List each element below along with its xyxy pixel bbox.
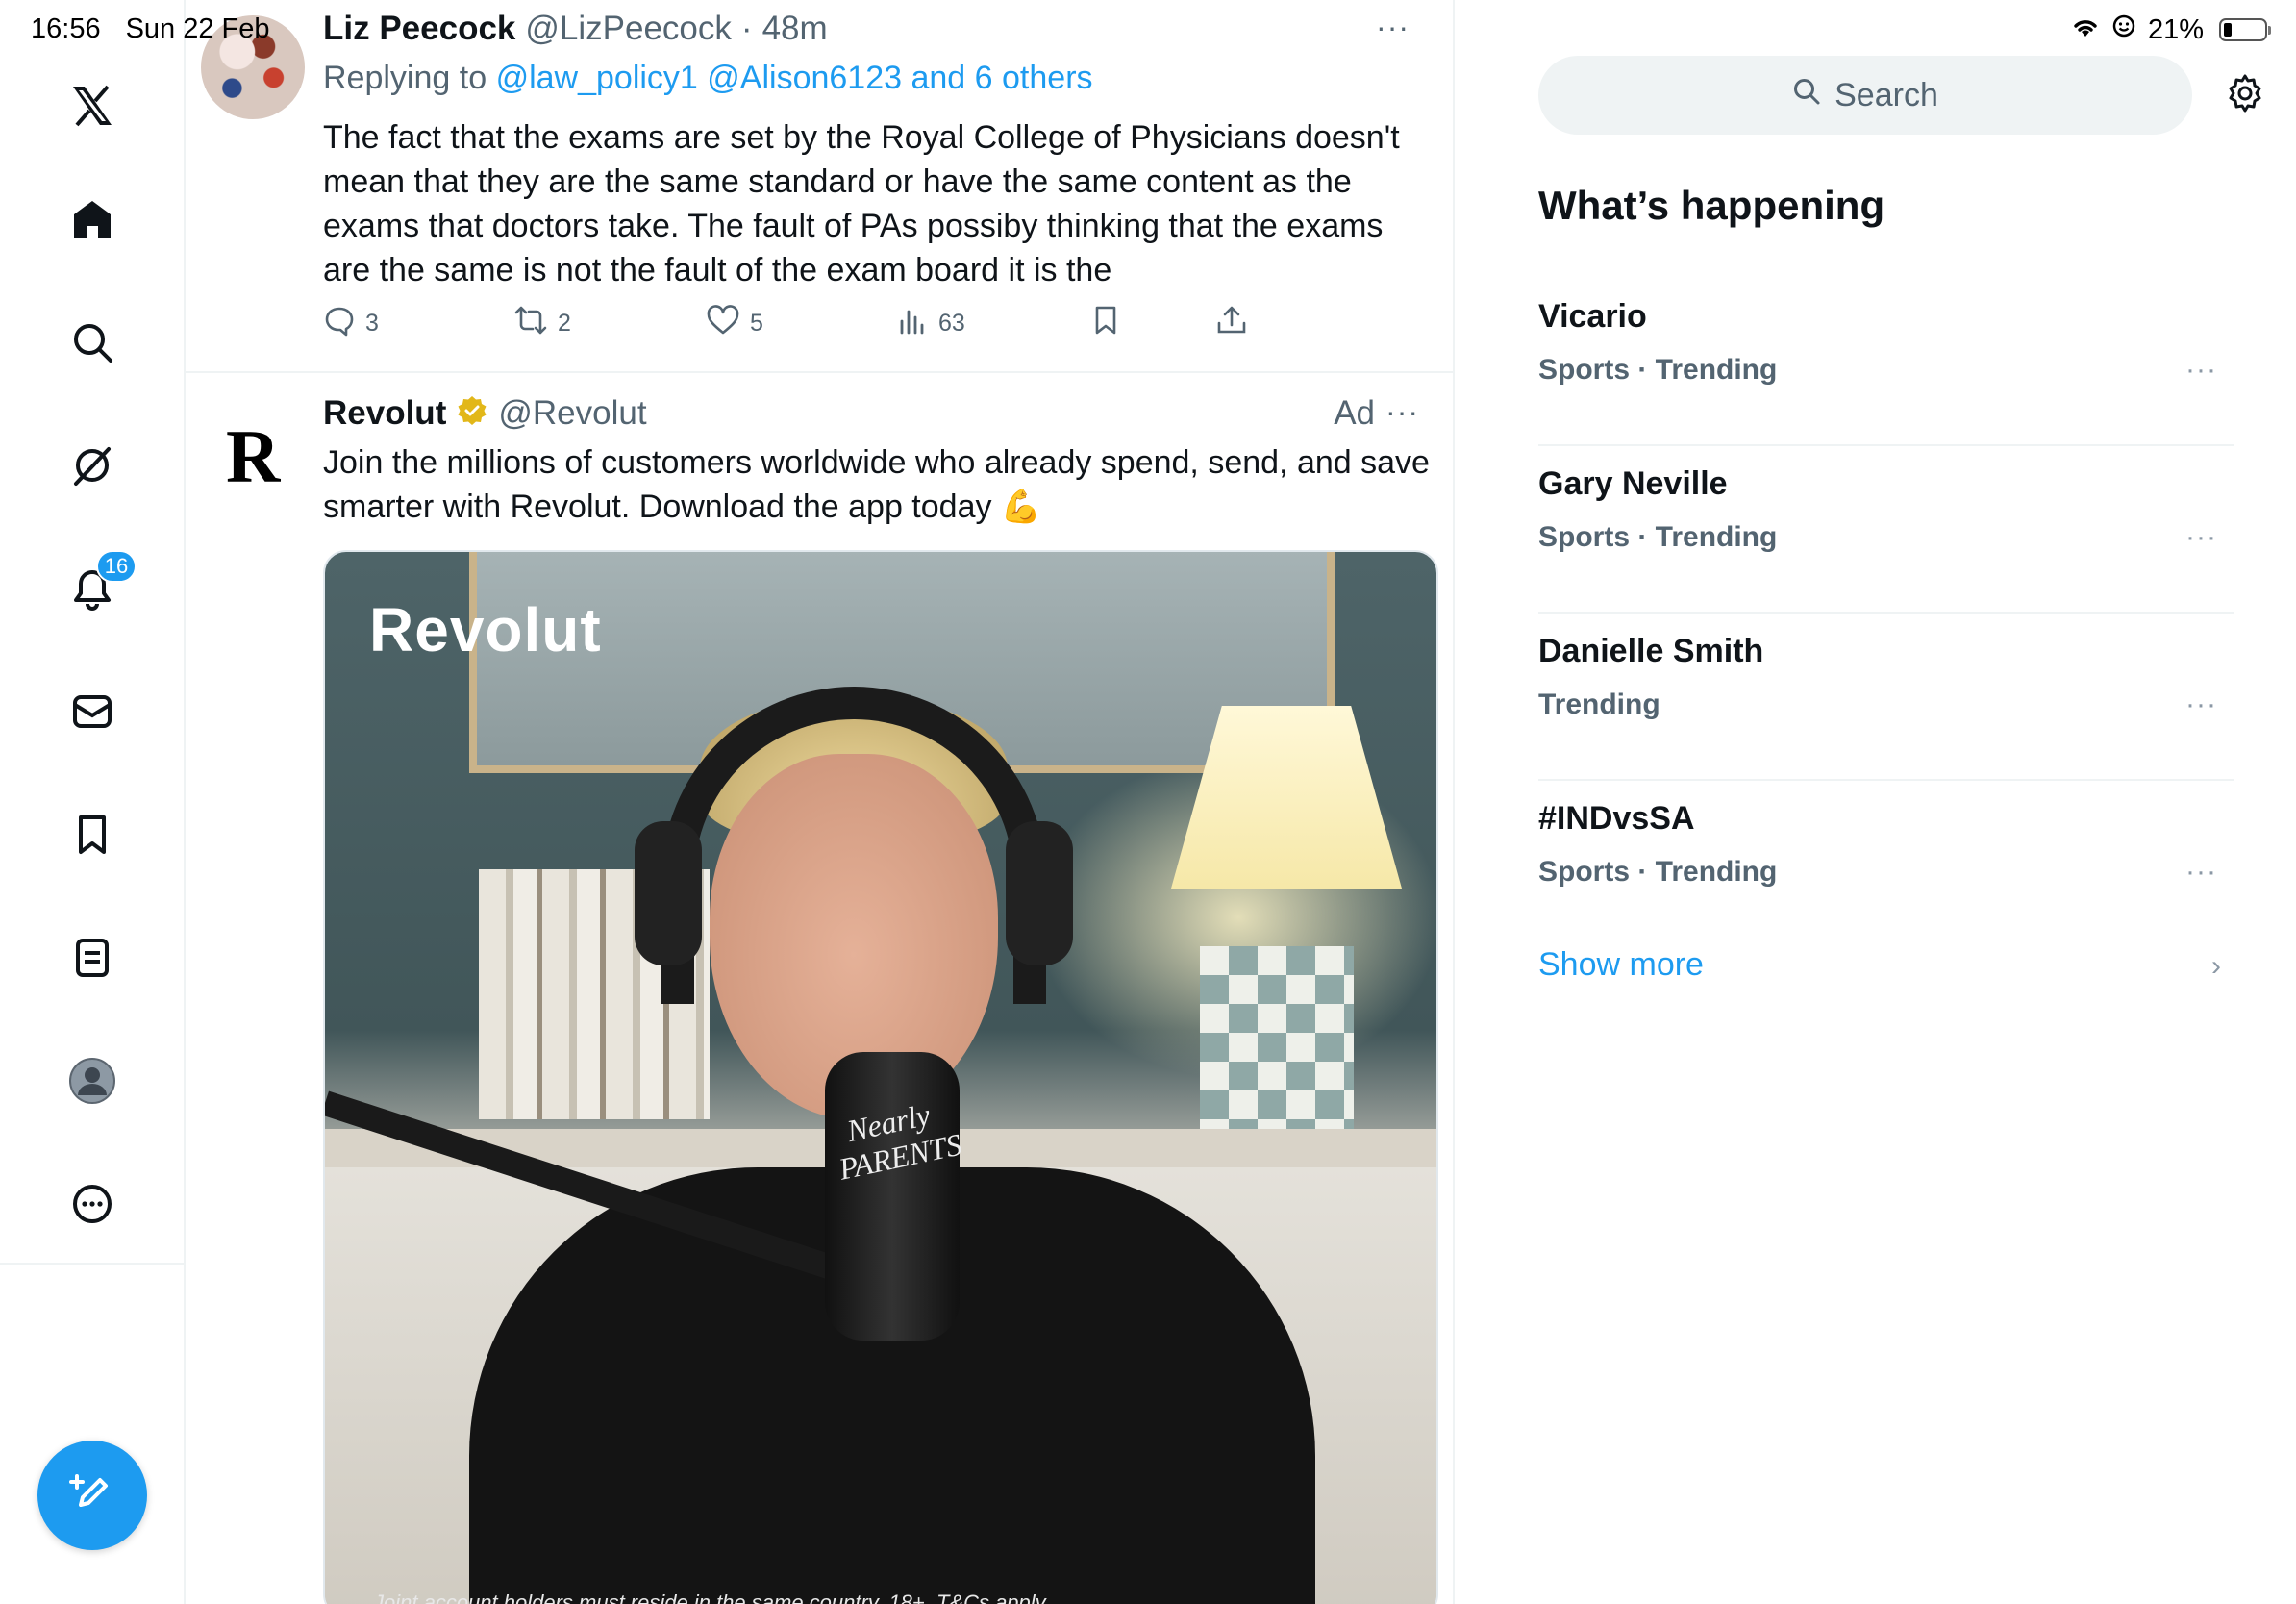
tweet-header: Liz Peecock @LizPeecock · 48m ··· — [323, 10, 1429, 48]
ad-label: Ad — [1334, 394, 1375, 432]
reply-count: 3 — [365, 310, 379, 337]
trend-meta: Trending — [1538, 689, 1660, 720]
tweet-more-button[interactable]: ··· — [1385, 394, 1419, 430]
replying-to: Replying to @law_policy1 @Alison6123 and… — [323, 60, 1093, 97]
video-brand-wordmark: Revolut — [369, 595, 602, 664]
trend-name: #INDvsSA — [1538, 800, 1695, 837]
replying-to-link[interactable]: @law_policy1 @Alison6123 and 6 others — [496, 60, 1093, 96]
trend-item[interactable]: Danielle Smith Trending ··· — [1538, 614, 2234, 781]
promoted-tweet[interactable]: R Revolut @Revolut Ad ··· Join the milli… — [186, 375, 1453, 1604]
tweet-more-button[interactable]: ··· — [1376, 10, 1410, 45]
home-icon[interactable] — [63, 190, 121, 248]
author-handle[interactable]: @Revolut — [498, 394, 646, 436]
author-name[interactable]: Liz Peecock — [323, 10, 515, 48]
tweet-time[interactable]: 48m — [762, 10, 828, 48]
bookmark-icon — [1090, 304, 1121, 343]
trend-more-button[interactable]: ··· — [2185, 856, 2217, 889]
grok-icon[interactable] — [63, 437, 121, 494]
tweet-actions: 3 2 5 63 — [323, 304, 1285, 346]
share-button[interactable] — [1215, 304, 1248, 343]
status-bar-left: 16:56 Sun 22 Feb — [31, 13, 270, 45]
lamp-base — [1200, 946, 1354, 1139]
more-options-icon[interactable] — [63, 1175, 121, 1233]
tweet-text: Join the millions of customers worldwide… — [323, 444, 1430, 525]
search-placeholder: Search — [1834, 76, 1938, 113]
reply-button[interactable]: 3 — [323, 304, 379, 343]
like-count: 5 — [750, 310, 763, 337]
search-icon — [1792, 77, 1821, 114]
status-bar-right: 21% — [2071, 13, 2271, 46]
repost-button[interactable]: 2 — [513, 304, 571, 343]
left-nav: 16 — [0, 0, 186, 1604]
trend-item[interactable]: Gary Neville Sports · Trending ··· — [1538, 446, 2234, 614]
verified-gold-icon — [456, 394, 488, 436]
trend-name: Danielle Smith — [1538, 633, 1764, 669]
repost-icon — [513, 304, 548, 343]
share-icon — [1215, 304, 1248, 343]
focus-icon — [2111, 13, 2136, 46]
views-count: 63 — [938, 310, 965, 337]
trend-more-button[interactable]: ··· — [2185, 354, 2217, 387]
settings-button[interactable] — [2221, 71, 2269, 119]
like-button[interactable]: 5 — [706, 304, 763, 343]
trend-meta: Sports · Trending — [1538, 856, 1778, 888]
author-name[interactable]: Revolut — [323, 394, 446, 436]
show-more-link[interactable]: Show more — [1538, 946, 1704, 984]
timeline: Liz Peecock @LizPeecock · 48m ··· Replyi… — [186, 0, 1455, 1604]
trend-name: Gary Neville — [1538, 465, 1728, 502]
heart-icon — [706, 304, 740, 343]
meta-separator: · — [740, 10, 753, 47]
search-input[interactable]: Search — [1538, 56, 2192, 135]
search-icon[interactable] — [63, 313, 121, 371]
replying-prefix: Replying to — [323, 60, 487, 96]
battery-icon — [2219, 18, 2271, 41]
notifications-icon[interactable]: 16 — [63, 550, 137, 617]
trend-more-button[interactable]: ··· — [2185, 689, 2217, 721]
headphone-cup-right — [1006, 821, 1073, 965]
views-button[interactable]: 63 — [898, 304, 965, 343]
x-logo-icon[interactable] — [63, 77, 121, 135]
repost-count: 2 — [558, 310, 571, 337]
trend-meta: Sports · Trending — [1538, 354, 1778, 386]
trend-more-button[interactable]: ··· — [2185, 521, 2217, 554]
messages-icon[interactable] — [63, 683, 121, 740]
tweet-header: Revolut @Revolut Ad ··· — [323, 394, 1438, 436]
trend-item[interactable]: #INDvsSA Sports · Trending ··· — [1538, 781, 2234, 948]
lists-icon[interactable] — [63, 929, 121, 987]
tweet-reply[interactable]: Liz Peecock @LizPeecock · 48m ··· Replyi… — [186, 0, 1453, 373]
trend-meta: Sports · Trending — [1538, 521, 1778, 553]
headphone-cup-left — [635, 821, 702, 965]
bookmarks-icon[interactable] — [63, 806, 121, 864]
reply-icon — [323, 304, 356, 343]
tweet-text: The fact that the exams are set by the R… — [323, 119, 1400, 288]
section-title: What’s happening — [1538, 183, 1885, 228]
compose-icon — [67, 1468, 117, 1523]
profile-avatar-icon[interactable] — [63, 1052, 121, 1110]
nav-divider — [0, 1263, 186, 1265]
notification-badge: 16 — [96, 550, 137, 583]
author-handle[interactable]: @LizPeecock — [525, 10, 732, 48]
trend-name: Vicario — [1538, 298, 1647, 335]
status-time: 16:56 — [31, 13, 101, 44]
battery-percent: 21% — [2147, 13, 2204, 45]
revolut-avatar-logo[interactable]: R — [226, 414, 280, 500]
video-disclaimer: Joint account holders must reside in the… — [373, 1591, 1051, 1604]
gear-icon — [2224, 72, 2266, 119]
analytics-icon — [898, 304, 929, 343]
status-date: Sun 22 Feb — [125, 13, 270, 44]
ad-video[interactable]: Nearly PARENTS Revolut Joint account hol… — [323, 550, 1438, 1604]
trend-item[interactable]: Vicario Sports · Trending ··· — [1538, 279, 2234, 446]
wifi-icon — [2071, 14, 2100, 46]
bookmark-button[interactable] — [1090, 304, 1121, 343]
chevron-right-icon: › — [2211, 950, 2221, 982]
compose-button[interactable] — [37, 1441, 147, 1550]
